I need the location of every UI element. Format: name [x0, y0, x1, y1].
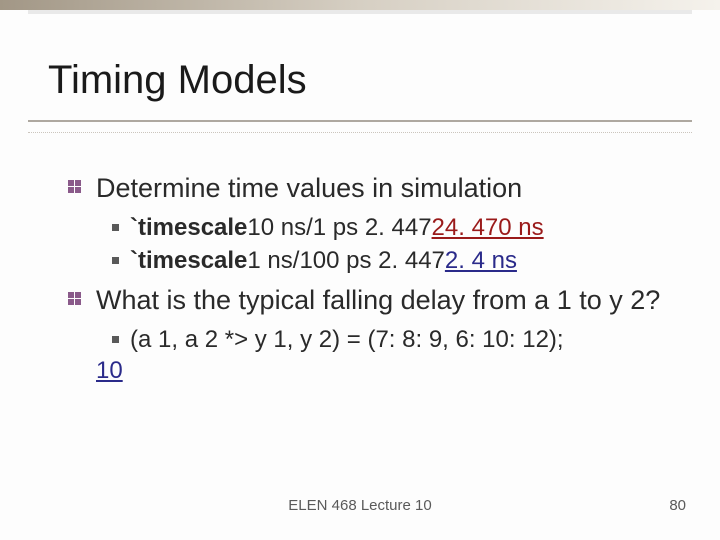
bullet-text: Determine time values in simulation: [96, 173, 522, 203]
emphasis: 2. 4 ns: [445, 247, 517, 274]
code-keyword: `timescale: [130, 214, 247, 241]
bullet-level1: What is the typical falling delay from a…: [96, 284, 680, 318]
bullet-icon: [112, 336, 119, 343]
footer-center: ELEN 468 Lecture 10: [0, 497, 720, 514]
slide: Timing Models Determine time values in s…: [0, 0, 720, 540]
bullet-level2: `timescale 1 ns/100 ps 2. 447 2. 4 ns: [96, 245, 680, 276]
code-text: 1 ns/100 ps 2. 447: [247, 245, 444, 276]
bullet-icon: [112, 224, 119, 231]
emphasis: 10: [96, 357, 123, 384]
title-decoration: [0, 0, 720, 10]
bullet-icon: [68, 180, 82, 194]
title-shadow: [28, 10, 692, 14]
bullet-level1: Determine time values in simulation: [96, 172, 680, 206]
footer-page-number: 80: [669, 497, 686, 514]
code-text: 10 ns/1 ps 2. 447: [247, 212, 431, 243]
bullet-level2: (a 1, a 2 *> y 1, y 2) = (7: 8: 9, 6: 10…: [96, 324, 680, 386]
spacer: [96, 276, 680, 284]
code-text: (a 1, a 2 *> y 1, y 2) = (7: 8: 9, 6: 10…: [130, 326, 564, 353]
emphasis: 24. 470 ns: [432, 214, 544, 241]
code-keyword: `timescale: [130, 247, 247, 274]
slide-body: Determine time values in simulation `tim…: [96, 172, 680, 386]
title-underline: [28, 120, 692, 133]
bullet-icon: [112, 257, 119, 264]
bullet-icon: [68, 292, 82, 306]
bullet-text: What is the typical falling delay from a…: [96, 285, 660, 315]
bullet-level2: `timescale 10 ns/1 ps 2. 447 24. 470 ns: [96, 212, 680, 243]
slide-title: Timing Models: [48, 58, 307, 103]
